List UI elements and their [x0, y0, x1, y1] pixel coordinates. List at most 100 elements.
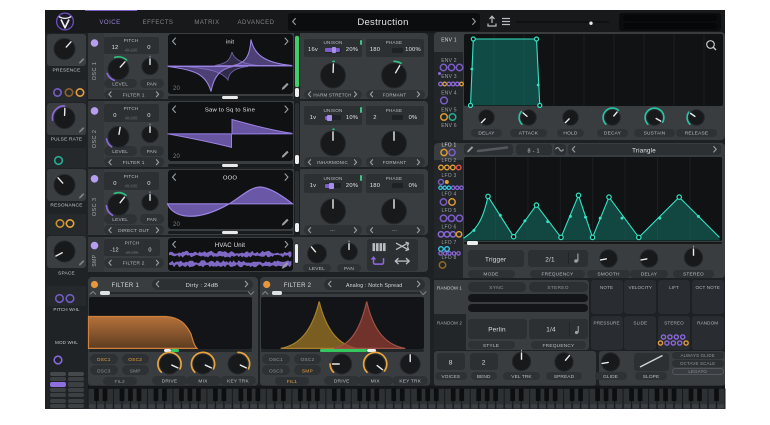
svg-text:PITCH: PITCH — [125, 241, 140, 246]
svg-text:2: 2 — [482, 360, 486, 367]
svg-text:FILTER 2: FILTER 2 — [123, 261, 145, 267]
svg-text:ENV 3: ENV 3 — [441, 74, 456, 80]
svg-text:Saw to Sq to Sine: Saw to Sq to Sine — [205, 108, 256, 114]
svg-text:0%: 0% — [409, 115, 418, 121]
svg-text:SMOOTH: SMOOTH — [597, 272, 620, 278]
svg-text:RANDOM: RANDOM — [697, 321, 718, 326]
svg-text:STEREO: STEREO — [683, 272, 704, 278]
svg-text:100%: 100% — [405, 47, 421, 53]
svg-text:MIX: MIX — [371, 378, 381, 384]
svg-text:-12: -12 — [110, 248, 119, 254]
svg-text:OSC3: OSC3 — [97, 368, 111, 374]
svg-text:Perlin: Perlin — [488, 327, 506, 334]
svg-text:PAN: PAN — [147, 217, 157, 223]
svg-text:---: --- — [330, 228, 335, 233]
svg-text:RELEASE: RELEASE — [685, 131, 709, 137]
svg-text:FILTER 1: FILTER 1 — [123, 160, 145, 166]
svg-text:2/1: 2/1 — [545, 257, 555, 264]
svg-text:FILTER 1: FILTER 1 — [123, 92, 145, 98]
svg-text:PAN: PAN — [147, 149, 157, 155]
svg-text:MIX: MIX — [198, 378, 208, 384]
svg-text:ALWAYS GLIDE: ALWAYS GLIDE — [681, 353, 715, 358]
svg-text:0: 0 — [113, 113, 116, 119]
svg-text:180: 180 — [370, 47, 380, 53]
svg-text:2: 2 — [373, 115, 376, 121]
svg-text:LFO 4: LFO 4 — [442, 192, 457, 198]
svg-text:OSC 3: OSC 3 — [92, 197, 98, 216]
svg-text:Triangle: Triangle — [632, 147, 656, 154]
svg-text:PITCH: PITCH — [124, 174, 139, 179]
svg-text:ADVANCED: ADVANCED — [238, 20, 275, 26]
svg-text:UNISON: UNISON — [323, 40, 342, 45]
svg-text:0: 0 — [148, 248, 151, 254]
svg-text:OSC 2: OSC 2 — [92, 130, 98, 149]
svg-text:PITCH WHL: PITCH WHL — [53, 307, 80, 312]
svg-text:OSC1: OSC1 — [269, 357, 283, 363]
svg-text:0: 0 — [113, 181, 116, 187]
svg-text:FORMANT: FORMANT — [383, 160, 407, 165]
svg-text:LEVEL: LEVEL — [112, 149, 128, 155]
svg-text:SLIDE: SLIDE — [633, 321, 647, 326]
svg-text:GLIDE: GLIDE — [603, 374, 618, 380]
svg-text:16v: 16v — [308, 47, 318, 53]
svg-text:RANDOM 2: RANDOM 2 — [437, 321, 462, 326]
svg-text:init: init — [226, 40, 234, 46]
svg-text:0%: 0% — [409, 183, 418, 189]
svg-text:DIRECT OUT: DIRECT OUT — [118, 228, 149, 234]
svg-text:1/4: 1/4 — [546, 327, 556, 334]
svg-text:STYLE: STYLE — [483, 343, 499, 349]
svg-text:OCTAVE SCALE: OCTAVE SCALE — [680, 361, 715, 366]
svg-text:49.295: 49.295 — [125, 48, 138, 53]
svg-text:PHASE: PHASE — [386, 176, 403, 181]
svg-text:ENV 2: ENV 2 — [441, 58, 456, 64]
svg-text:PITCH: PITCH — [124, 38, 139, 43]
svg-text:8 - 1: 8 - 1 — [528, 148, 540, 154]
svg-text:49.295: 49.295 — [126, 250, 139, 255]
svg-text:LFO 8: LFO 8 — [442, 255, 457, 261]
svg-text:VELOCITY: VELOCITY — [629, 285, 653, 290]
svg-text:SUSTAIN: SUSTAIN — [644, 131, 666, 137]
svg-text:FILTER 2: FILTER 2 — [284, 283, 312, 289]
svg-text:SPACE: SPACE — [58, 271, 75, 277]
svg-text:20%: 20% — [346, 47, 358, 53]
svg-text:LFO 7: LFO 7 — [442, 240, 457, 246]
svg-text:LFO 5: LFO 5 — [442, 208, 457, 214]
svg-text:DRIVE: DRIVE — [162, 378, 178, 384]
svg-text:LEVEL: LEVEL — [112, 81, 128, 87]
svg-text:ENV 5: ENV 5 — [441, 107, 456, 113]
svg-text:FREQUENCY: FREQUENCY — [542, 272, 575, 278]
svg-text:180: 180 — [370, 183, 380, 189]
svg-text:0: 0 — [147, 45, 150, 51]
svg-text:OCT NOTE: OCT NOTE — [695, 285, 719, 290]
svg-text:DELAY: DELAY — [641, 272, 658, 278]
svg-text:STEREO: STEREO — [547, 285, 569, 291]
svg-text:ENV 6: ENV 6 — [441, 123, 456, 129]
svg-text:DRIVE: DRIVE — [334, 378, 350, 384]
svg-text:12: 12 — [112, 45, 119, 51]
svg-text:BEND: BEND — [477, 374, 491, 380]
svg-text:PAN: PAN — [147, 81, 157, 87]
svg-text:Analog : Notch Spread: Analog : Notch Spread — [346, 283, 402, 289]
svg-text:OSC3: OSC3 — [269, 368, 283, 374]
svg-text:OSC2: OSC2 — [300, 357, 314, 363]
svg-text:20: 20 — [173, 222, 181, 228]
svg-text:LFO 3: LFO 3 — [442, 173, 457, 179]
svg-text:SLOPE: SLOPE — [643, 374, 660, 380]
svg-text:VOICES: VOICES — [441, 374, 460, 380]
svg-text:0: 0 — [147, 181, 150, 187]
svg-text:UNISON: UNISON — [323, 108, 342, 113]
svg-text:PAN: PAN — [344, 266, 354, 272]
svg-text:FORMANT: FORMANT — [383, 92, 407, 97]
svg-text:DELAY: DELAY — [478, 131, 495, 137]
svg-text:OSC1: OSC1 — [97, 357, 111, 363]
svg-text:PRESENCE: PRESENCE — [53, 68, 81, 74]
svg-text:PHASE: PHASE — [386, 108, 403, 113]
svg-text:RESONANCE: RESONANCE — [50, 203, 82, 209]
svg-text:MOD WHL: MOD WHL — [55, 340, 78, 345]
svg-text:KEY TRK: KEY TRK — [227, 378, 249, 384]
svg-text:INHARMONIC: INHARMONIC — [317, 160, 349, 165]
svg-text:FREQUENCY: FREQUENCY — [543, 343, 576, 349]
svg-text:PHASE: PHASE — [386, 40, 403, 45]
svg-text:LFO 6: LFO 6 — [442, 224, 457, 230]
svg-text:SMP: SMP — [302, 368, 313, 374]
